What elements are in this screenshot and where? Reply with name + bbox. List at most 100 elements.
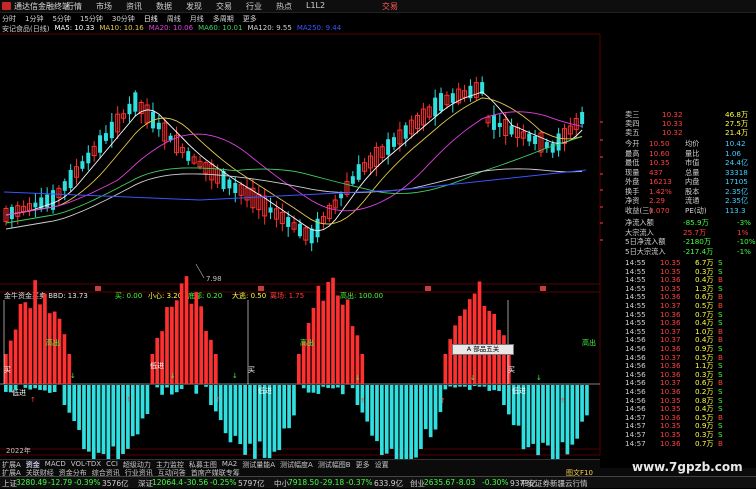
index-amount: 5797亿: [238, 479, 265, 488]
indicator-bar-negative: [463, 385, 467, 387]
candle-body-down: [227, 179, 232, 189]
indicator-bar-positive: [360, 354, 365, 384]
stat-value: 2.35亿: [725, 186, 749, 196]
candle-body-down: [527, 133, 532, 142]
index-value: 3280.49: [16, 478, 48, 487]
index-amount: 633.9亿: [374, 479, 403, 488]
indicator-bar-positive: [204, 330, 208, 384]
indicator-bar-negative: [121, 385, 125, 455]
event-marker: [425, 286, 431, 291]
watermark: www.7gpzb.com: [632, 460, 743, 474]
indicator-bar-positive: [52, 311, 57, 384]
candle-body-down: [403, 125, 408, 139]
indicator-bar-positive: [189, 303, 194, 384]
indicator-bar-positive: [23, 302, 28, 384]
candle-body-down: [450, 93, 455, 103]
indicator-bar-positive: [340, 304, 345, 384]
up-arrow-icon: ↑: [560, 397, 566, 405]
candle-body-down: [156, 122, 161, 130]
fund-flow-row: 5日净流入额 -2180万 -10%: [625, 237, 756, 247]
candle-body-down: [109, 121, 114, 139]
indicator-bar-negative: [174, 385, 179, 393]
indicator-bar-positive: [160, 331, 164, 384]
index-value: 12064.4: [152, 478, 184, 487]
candle-body-down: [491, 115, 496, 130]
indicator-bar-negative: [301, 385, 306, 389]
indicator-bar-negative: [165, 385, 169, 388]
quote-stat-row: 最低 10.35 市值 24.4亿: [625, 158, 755, 168]
trade-side: B: [718, 438, 723, 448]
indicator-bar-negative: [443, 385, 448, 390]
indicator-bar-negative: [502, 385, 506, 405]
flow-value: -217.4万: [683, 246, 714, 256]
indicator-bar-positive: [165, 307, 169, 384]
indicator-bar-negative: [423, 385, 428, 430]
stat-label: 现量: [625, 167, 640, 177]
up-arrow-icon: ↑: [440, 397, 446, 405]
indicator-bar-negative: [419, 385, 423, 449]
index-value: 7918.50: [288, 478, 320, 487]
indicator-bar-negative: [23, 385, 28, 388]
indicator-bar-negative: [116, 385, 120, 466]
candle-body-down: [221, 170, 226, 190]
indicator-bar-positive: [62, 334, 67, 384]
ask-price: 10.32: [662, 110, 683, 119]
index-name: 深证: [138, 479, 153, 488]
indicator-bar-positive: [33, 280, 37, 384]
candle-body-down: [98, 135, 103, 153]
index-percent: -0.30%: [482, 478, 509, 487]
candle-body-down: [86, 152, 91, 164]
indicator-bar-negative: [336, 385, 340, 388]
indicator-bar-negative: [575, 385, 580, 439]
ma250-line: [3, 169, 587, 201]
index-change: -8.03: [456, 478, 476, 487]
stat-label: 最低: [625, 158, 640, 167]
candle-body-down: [186, 151, 191, 161]
high-out-label: 高出: [582, 338, 596, 347]
indicator-bar-positive: [306, 323, 311, 384]
indicator-bar-positive: [297, 354, 301, 384]
indicator-bar-negative: [62, 385, 67, 405]
down-arrow-icon: ↓: [170, 372, 176, 380]
flow-value: -85.9万: [683, 218, 709, 227]
indicator-popup-button[interactable]: A 部品五关: [452, 344, 514, 355]
candle-body-down: [33, 202, 38, 208]
candle-body-down: [68, 169, 73, 189]
indicator-bar-positive: [326, 281, 330, 384]
event-marker: [95, 286, 101, 291]
trade-volume: 0.7万: [695, 438, 714, 448]
buy-mark-label: 买: [508, 366, 515, 374]
indicator-bar-negative: [179, 385, 184, 389]
indicator-bar-positive: [57, 318, 62, 384]
indicator-bar-negative: [355, 385, 360, 405]
indicator-bar-negative: [160, 385, 164, 395]
flow-percent: -1%: [737, 246, 751, 256]
indicator-bar-negative: [541, 385, 545, 443]
indicator-bar-negative: [487, 385, 492, 391]
up-arrow-icon: ↑: [215, 396, 221, 404]
indicator-bar-negative: [555, 385, 560, 461]
indicator-bar-negative: [4, 385, 8, 392]
stat-label: 均价: [685, 139, 700, 148]
ask-price: 10.33: [662, 119, 683, 128]
indicator-bar-negative: [130, 385, 135, 437]
quote-stat-row: 换手 1.42% 股本 2.35亿: [625, 187, 755, 197]
stat-value: 10.50: [649, 139, 670, 148]
candle-body-down: [556, 133, 561, 151]
indicator-bar-negative: [453, 385, 457, 388]
stat-value: 33318: [725, 167, 748, 177]
indicator-bar-negative: [384, 385, 389, 454]
indicator-bar-negative: [282, 385, 287, 429]
indicator-bar-positive: [213, 354, 218, 384]
quote-stat-row: 净资 2.29 流通 2.35亿: [625, 196, 755, 206]
flow-percent: -10%: [737, 237, 756, 246]
index-amount: 3576亿: [102, 479, 129, 488]
flow-value: -2180万: [683, 237, 712, 246]
indicator-bar-positive: [331, 277, 335, 384]
indicator-bar-negative: [126, 385, 130, 449]
stat-value: 113.3: [725, 205, 746, 215]
low-entry-label: 低进: [258, 386, 272, 395]
indicator-bar-positive: [8, 340, 13, 384]
quote-stat-row: 最高 10.60 量比 1.06: [625, 149, 755, 159]
indicator-bar-negative: [506, 385, 511, 415]
